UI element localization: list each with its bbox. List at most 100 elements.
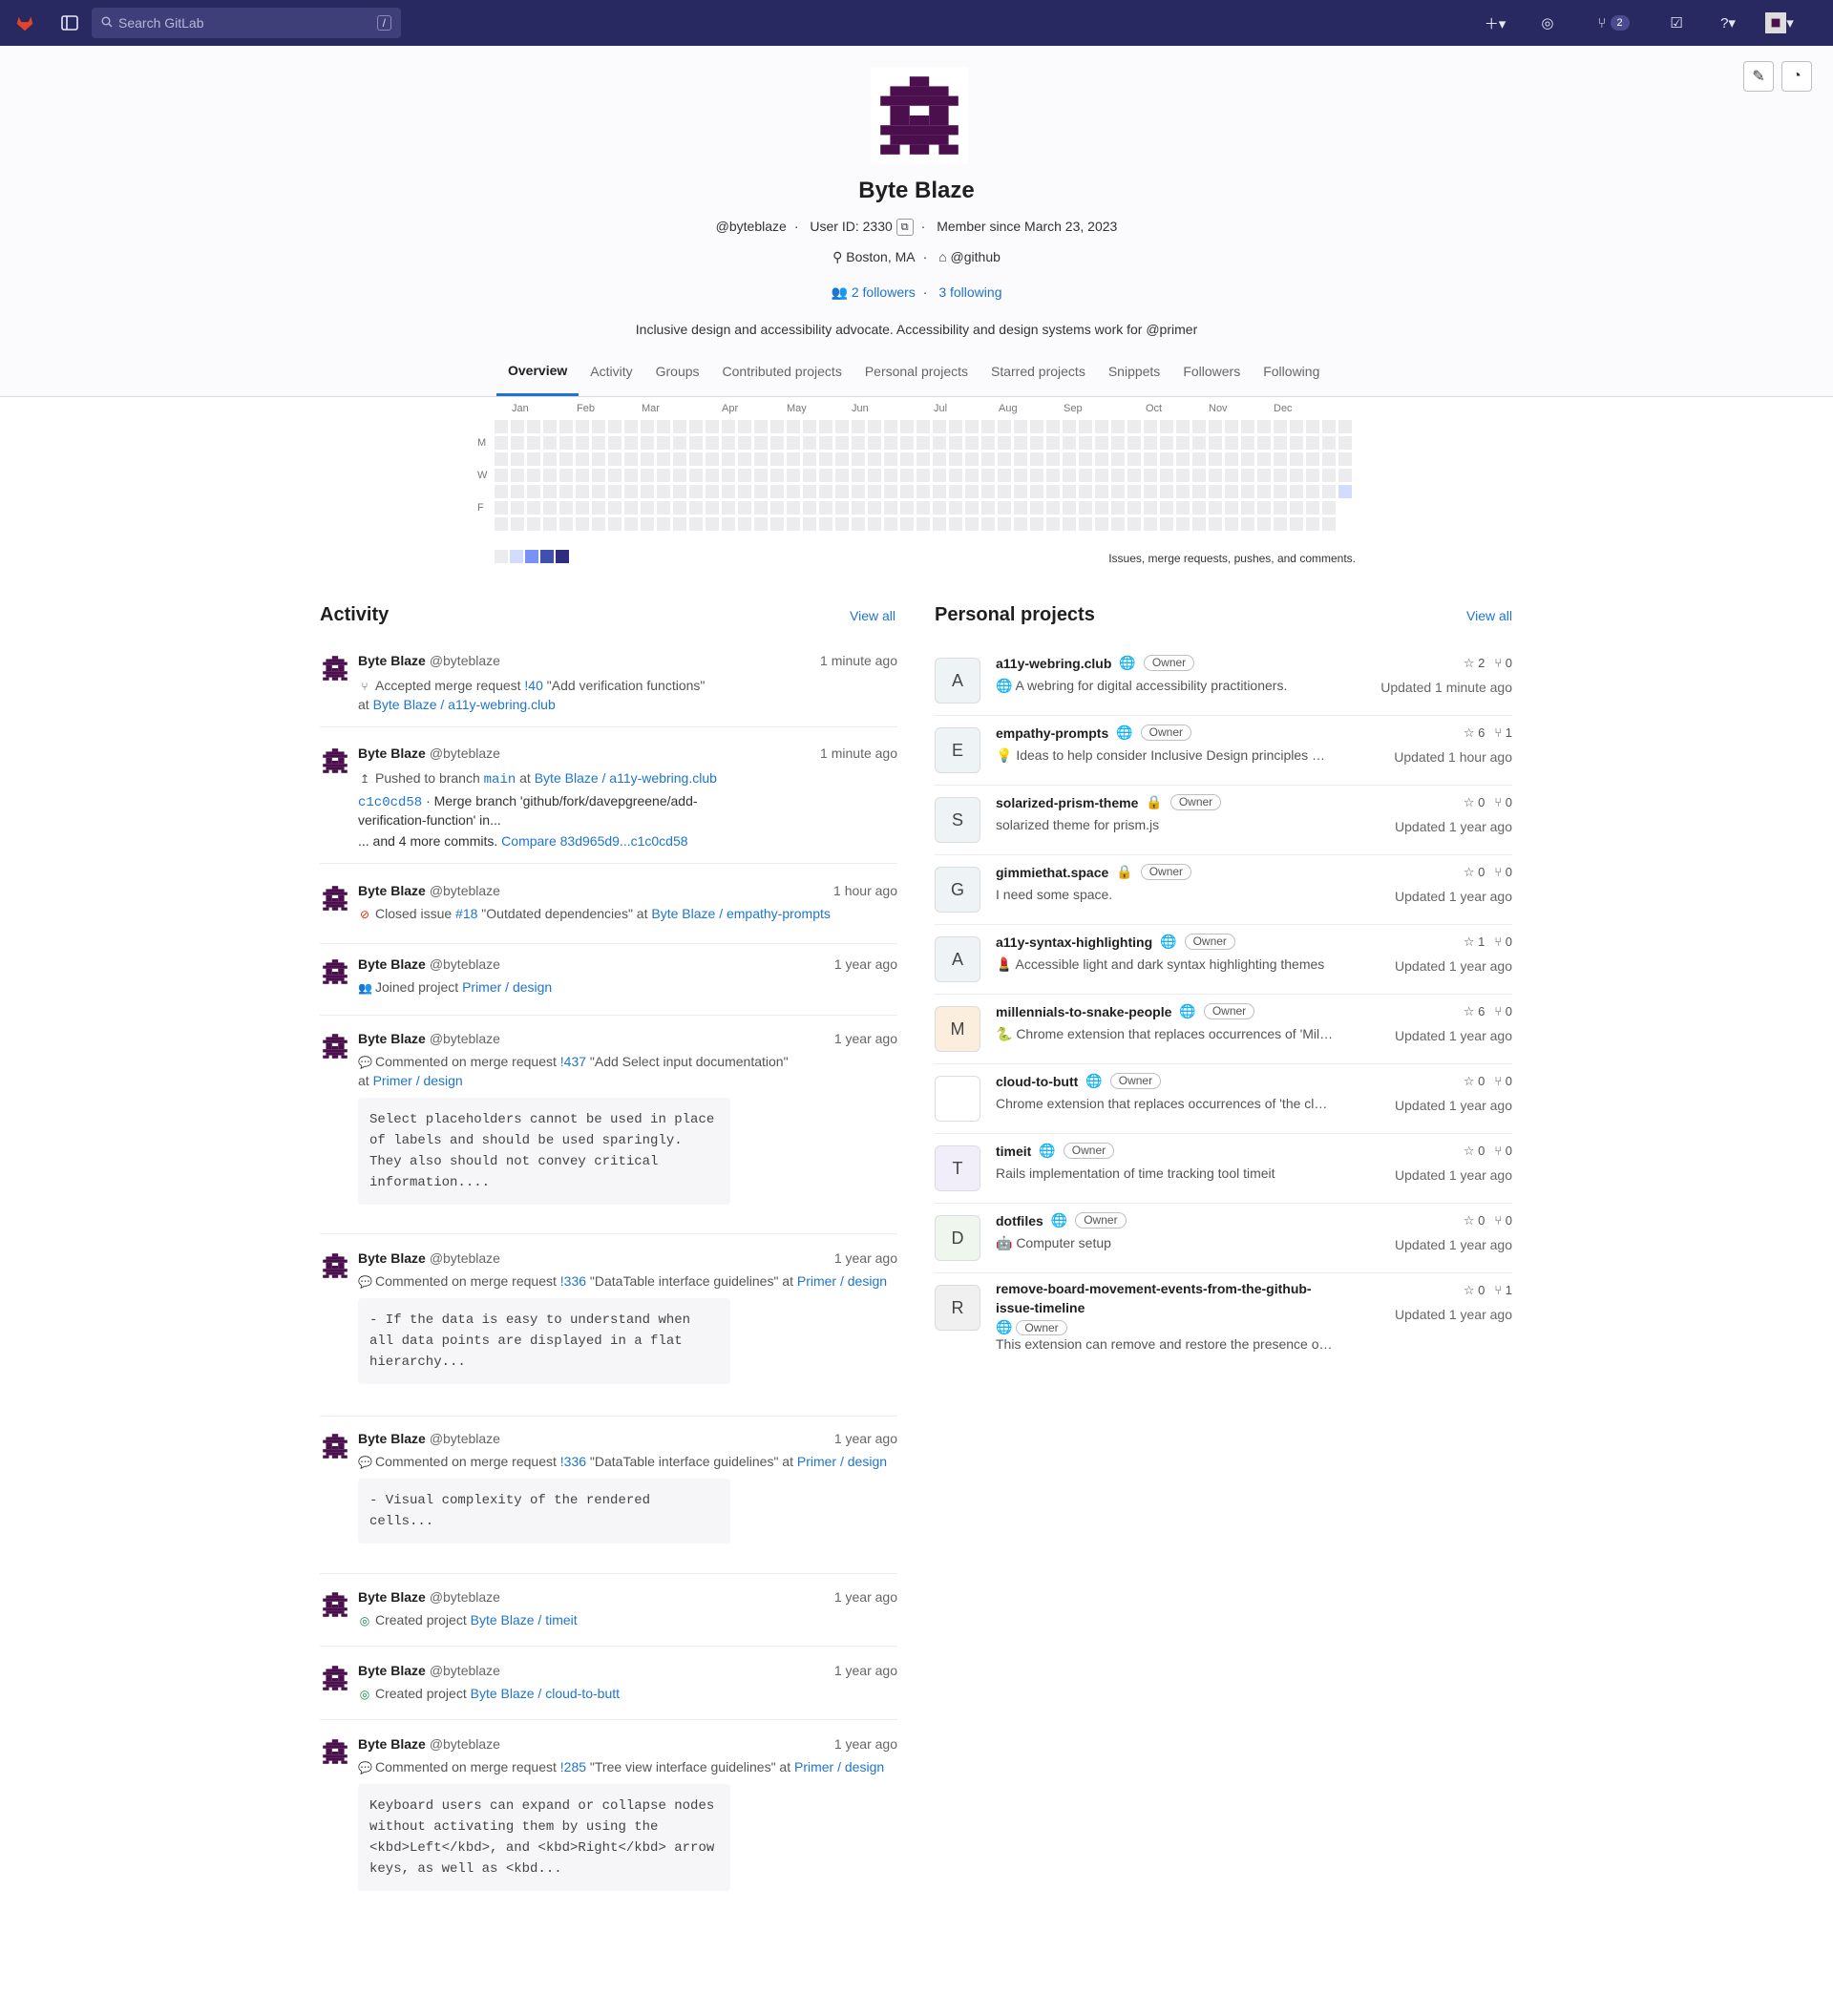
calendar-day-cell[interactable] [1225,485,1238,498]
calendar-day-cell[interactable] [1095,485,1108,498]
calendar-day-cell[interactable] [608,436,622,450]
calendar-day-cell[interactable] [592,420,605,433]
calendar-day-cell[interactable] [527,517,540,531]
calendar-day-cell[interactable] [916,420,930,433]
event-author[interactable]: Byte Blaze [358,883,426,898]
search-input[interactable]: Search GitLab / [92,8,401,38]
calendar-day-cell[interactable] [706,485,719,498]
calendar-day-cell[interactable] [1241,452,1254,466]
event-author[interactable]: Byte Blaze [358,1736,426,1752]
calendar-day-cell[interactable] [852,420,865,433]
calendar-day-cell[interactable] [770,452,784,466]
calendar-day-cell[interactable] [608,420,622,433]
calendar-day-cell[interactable] [1127,501,1141,514]
calendar-day-cell[interactable] [754,485,768,498]
project-avatar[interactable]: A [935,936,980,982]
calendar-day-cell[interactable] [1079,420,1092,433]
fork-count-link[interactable]: ⑂ 0 [1494,1144,1512,1159]
calendar-day-cell[interactable] [559,501,573,514]
calendar-day-cell[interactable] [559,485,573,498]
calendar-day-cell[interactable] [900,469,914,482]
calendar-day-cell[interactable] [949,501,962,514]
calendar-day-cell[interactable] [624,436,638,450]
calendar-day-cell[interactable] [1257,469,1271,482]
calendar-day-cell[interactable] [722,436,735,450]
calendar-day-cell[interactable] [608,501,622,514]
calendar-day-cell[interactable] [624,469,638,482]
calendar-day-cell[interactable] [803,420,816,433]
calendar-day-cell[interactable] [981,436,995,450]
calendar-day-cell[interactable] [1322,420,1336,433]
calendar-day-cell[interactable] [852,469,865,482]
tab-followers[interactable]: Followers [1171,346,1252,396]
calendar-day-cell[interactable] [543,469,557,482]
calendar-day-cell[interactable] [852,517,865,531]
calendar-day-cell[interactable] [884,517,897,531]
calendar-day-cell[interactable] [835,436,849,450]
calendar-day-cell[interactable] [803,452,816,466]
calendar-day-cell[interactable] [803,501,816,514]
calendar-day-cell[interactable] [965,501,979,514]
calendar-day-cell[interactable] [543,420,557,433]
calendar-day-cell[interactable] [819,501,832,514]
calendar-day-cell[interactable] [949,485,962,498]
calendar-day-cell[interactable] [657,436,670,450]
merge-request-link[interactable]: !336 [560,1454,586,1469]
calendar-day-cell[interactable] [706,469,719,482]
calendar-day-cell[interactable] [722,452,735,466]
calendar-day-cell[interactable] [787,452,800,466]
calendar-day-cell[interactable] [495,452,508,466]
calendar-day-cell[interactable] [803,469,816,482]
calendar-day-cell[interactable] [1046,469,1060,482]
calendar-day-cell[interactable] [1127,485,1141,498]
calendar-day-cell[interactable] [981,485,995,498]
calendar-day-cell[interactable] [787,517,800,531]
calendar-day-cell[interactable] [527,420,540,433]
calendar-day-cell[interactable] [559,469,573,482]
activity-view-all-link[interactable]: View all [850,608,895,623]
calendar-day-cell[interactable] [1241,501,1254,514]
calendar-day-cell[interactable] [624,485,638,498]
calendar-day-cell[interactable] [1322,469,1336,482]
calendar-day-cell[interactable] [1014,452,1027,466]
calendar-day-cell[interactable] [770,469,784,482]
star-count-link[interactable]: ☆ 6 [1464,725,1485,741]
calendar-day-cell[interactable] [657,485,670,498]
project-avatar[interactable]: D [935,1215,980,1261]
calendar-day-cell[interactable] [527,501,540,514]
calendar-day-cell[interactable] [1257,420,1271,433]
calendar-day-cell[interactable] [1241,485,1254,498]
calendar-day-cell[interactable] [641,436,654,450]
calendar-day-cell[interactable] [624,501,638,514]
edit-profile-button[interactable]: ✎ [1743,61,1774,92]
event-author[interactable]: Byte Blaze [358,653,426,668]
calendar-day-cell[interactable] [949,420,962,433]
tab-contributed-projects[interactable]: Contributed projects [711,346,853,396]
calendar-day-cell[interactable] [787,469,800,482]
calendar-day-cell[interactable] [738,501,751,514]
project-name-link[interactable]: gimmiethat.space [996,865,1108,880]
user-avatar[interactable] [320,956,350,987]
calendar-day-cell[interactable] [1014,501,1027,514]
calendar-day-cell[interactable] [738,469,751,482]
calendar-day-cell[interactable] [965,517,979,531]
calendar-day-cell[interactable] [916,469,930,482]
calendar-day-cell[interactable] [559,436,573,450]
calendar-day-cell[interactable] [1257,452,1271,466]
calendar-day-cell[interactable] [592,501,605,514]
calendar-day-cell[interactable] [527,485,540,498]
calendar-day-cell[interactable] [1063,452,1076,466]
calendar-day-cell[interactable] [592,436,605,450]
calendar-day-cell[interactable] [900,452,914,466]
calendar-day-cell[interactable] [1030,420,1043,433]
calendar-day-cell[interactable] [1192,436,1206,450]
calendar-day-cell[interactable] [641,485,654,498]
calendar-day-cell[interactable] [1176,517,1190,531]
calendar-day-cell[interactable] [1127,452,1141,466]
calendar-day-cell[interactable] [835,517,849,531]
calendar-day-cell[interactable] [495,469,508,482]
project-name-link[interactable]: cloud-to-butt [996,1074,1078,1089]
calendar-day-cell[interactable] [1290,517,1303,531]
calendar-day-cell[interactable] [495,485,508,498]
calendar-day-cell[interactable] [543,452,557,466]
